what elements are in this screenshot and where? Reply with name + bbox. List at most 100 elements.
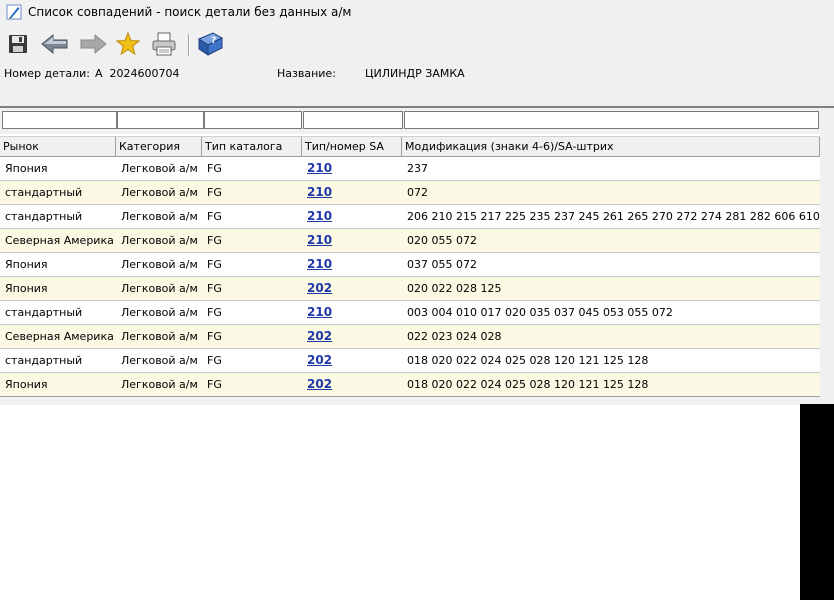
cell-market: Япония: [5, 378, 48, 391]
favorites-button[interactable]: [114, 30, 142, 58]
table-row[interactable]: стандартный Легковой а/м FG 202 018 020 022 …: [0, 349, 820, 373]
sa-number-link[interactable]: 210: [307, 232, 332, 248]
cell-category: Легковой а/м: [121, 306, 198, 319]
column-header-modification[interactable]: Модификация (знаки 4-6)/SA-штрих: [402, 137, 820, 156]
cell-modification: 037 055 072: [407, 258, 477, 271]
filter-category-input[interactable]: [117, 111, 204, 129]
cell-modification: 206 210 215 217 225 235 237 245 261 265 …: [407, 210, 820, 223]
cell-catalog-type: FG: [207, 210, 222, 223]
save-icon: [9, 35, 27, 53]
table-row[interactable]: стандартный Легковой а/м FG 210 003 004 010 …: [0, 301, 820, 325]
table-row[interactable]: Япония Легковой а/м FG 202 020 022 028 125: [0, 277, 820, 301]
back-arrow-icon: [41, 33, 68, 55]
cell-market: стандартный: [5, 186, 83, 199]
cell-catalog-type: FG: [207, 258, 222, 271]
part-info-bar: Номер детали: A 2024600704 Название: ЦИЛ…: [0, 64, 834, 108]
column-header-category[interactable]: Категория: [116, 137, 202, 156]
results-grid: Рынок Категория Тип каталога Тип/номер S…: [0, 136, 820, 397]
sa-number-link[interactable]: 210: [307, 304, 332, 320]
cell-market: стандартный: [5, 354, 83, 367]
filter-sa-input[interactable]: [303, 111, 403, 129]
toolbar-separator: [188, 34, 190, 56]
cell-market: Япония: [5, 258, 48, 271]
cell-market: Северная Америка: [5, 234, 114, 247]
cell-category: Легковой а/м: [121, 378, 198, 391]
help-book-icon: ?: [197, 32, 224, 56]
cell-catalog-type: FG: [207, 282, 222, 295]
part-number-label: Номер детали:: [4, 67, 90, 80]
cell-catalog-type: FG: [207, 162, 222, 175]
cell-catalog-type: FG: [207, 186, 222, 199]
help-button[interactable]: ?: [196, 30, 224, 58]
window-title: Список совпадений - поиск детали без дан…: [28, 5, 352, 19]
cell-sa-number: 202: [302, 349, 402, 372]
cell-sa-number: 210: [302, 181, 402, 204]
table-row[interactable]: Япония Легковой а/м FG 202 018 020 022 024 0…: [0, 373, 820, 397]
cell-market: стандартный: [5, 210, 83, 223]
sa-number-link[interactable]: 202: [307, 328, 332, 344]
print-button[interactable]: [150, 30, 178, 58]
cell-modification: 020 055 072: [407, 234, 477, 247]
grid-bottom-border: [0, 396, 820, 405]
grid-body: Япония Легковой а/м FG 210 237 стандартный Лег…: [0, 157, 820, 397]
grid-right-edge: [820, 134, 834, 404]
svg-text:?: ?: [211, 36, 216, 46]
table-row[interactable]: Северная Америка Легковой а/м FG 202 022 023…: [0, 325, 820, 349]
app-pen-icon: [6, 4, 22, 20]
filter-catalog-input[interactable]: [204, 111, 302, 129]
table-row[interactable]: Северная Америка Легковой а/м FG 210 020 055…: [0, 229, 820, 253]
cell-category: Легковой а/м: [121, 330, 198, 343]
cell-market: Япония: [5, 282, 48, 295]
cell-sa-number: 210: [302, 301, 402, 324]
sa-number-link[interactable]: 210: [307, 208, 332, 224]
column-header-market[interactable]: Рынок: [0, 137, 116, 156]
filter-market-input[interactable]: [2, 111, 117, 129]
cell-catalog-type: FG: [207, 306, 222, 319]
column-header-sa-number[interactable]: Тип/номер SA: [302, 137, 402, 156]
column-header-catalog-type[interactable]: Тип каталога: [202, 137, 302, 156]
grid-header: Рынок Категория Тип каталога Тип/номер S…: [0, 136, 820, 157]
filter-modification-input[interactable]: [404, 111, 819, 129]
cell-category: Легковой а/м: [121, 162, 198, 175]
cell-category: Легковой а/м: [121, 258, 198, 271]
cell-catalog-type: FG: [207, 378, 222, 391]
part-name-value: ЦИЛИНДР ЗАМКА: [365, 67, 465, 80]
sa-number-link[interactable]: 202: [307, 376, 332, 392]
cell-modification: 020 022 028 125: [407, 282, 502, 295]
cell-modification: 072: [407, 186, 428, 199]
cell-market: стандартный: [5, 306, 83, 319]
part-name-label: Название:: [277, 67, 336, 80]
cell-sa-number: 210: [302, 253, 402, 276]
table-row[interactable]: стандартный Легковой а/м FG 210 072: [0, 181, 820, 205]
cell-modification: 018 020 022 024 025 028 120 121 125 128: [407, 378, 649, 391]
part-number-value: A 2024600704: [95, 67, 180, 80]
cell-market: Северная Америка: [5, 330, 114, 343]
print-icon: [152, 32, 176, 56]
title-bar: Список совпадений - поиск детали без дан…: [0, 0, 834, 24]
back-button[interactable]: [38, 30, 72, 58]
sa-number-link[interactable]: 210: [307, 184, 332, 200]
cell-sa-number: 202: [302, 373, 402, 396]
cell-sa-number: 210: [302, 229, 402, 252]
sa-number-link[interactable]: 210: [307, 256, 332, 272]
filter-bar: [0, 108, 834, 134]
toolbar: ?: [0, 24, 834, 64]
table-row[interactable]: Япония Легковой а/м FG 210 037 055 072: [0, 253, 820, 277]
cell-category: Легковой а/м: [121, 210, 198, 223]
save-button[interactable]: [4, 30, 32, 58]
table-row[interactable]: Япония Легковой а/м FG 210 237: [0, 157, 820, 181]
sa-number-link[interactable]: 202: [307, 280, 332, 296]
forward-button[interactable]: [76, 30, 110, 58]
cell-category: Легковой а/м: [121, 234, 198, 247]
cell-modification: 003 004 010 017 020 035 037 045 053 055 …: [407, 306, 673, 319]
cell-sa-number: 202: [302, 277, 402, 300]
cell-category: Легковой а/м: [121, 354, 198, 367]
sa-number-link[interactable]: 210: [307, 160, 332, 176]
cell-modification: 018 020 022 024 025 028 120 121 125 128: [407, 354, 649, 367]
table-row[interactable]: стандартный Легковой а/м FG 210 206 210 215 …: [0, 205, 820, 229]
sa-number-link[interactable]: 202: [307, 352, 332, 368]
cell-sa-number: 210: [302, 157, 402, 180]
cell-modification: 022 023 024 028: [407, 330, 502, 343]
cell-sa-number: 210: [302, 205, 402, 228]
cell-modification: 237: [407, 162, 428, 175]
